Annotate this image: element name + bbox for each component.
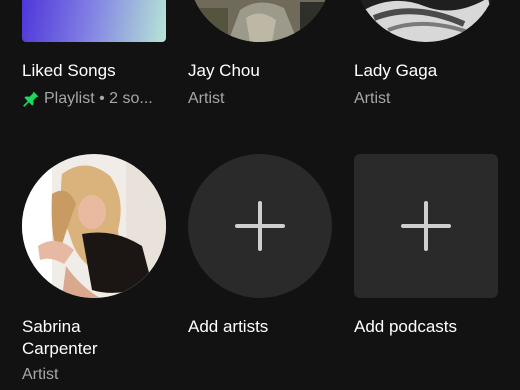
liked-songs-tile[interactable]: Liked Songs Playlist • 2 so... (0, 0, 180, 120)
add-podcasts-square[interactable] (354, 154, 498, 298)
sabrina-carpenter-title-line1: Sabrina (22, 317, 81, 336)
jay-chou-subtitle: Artist (188, 90, 225, 107)
lady-gaga-photo (354, 0, 498, 42)
jay-chou-title: Jay Chou (188, 61, 260, 80)
plus-icon (401, 201, 451, 251)
sabrina-carpenter-title: Sabrina Carpenter (22, 316, 98, 360)
sabrina-carpenter-title-line2: Carpenter (22, 339, 98, 358)
plus-icon (235, 201, 285, 251)
liked-songs-cover (22, 0, 166, 42)
sabrina-carpenter-avatar (22, 154, 166, 298)
artist-tile-sabrina-carpenter[interactable]: Sabrina Carpenter Artist (0, 150, 180, 390)
lady-gaga-subtitle: Artist (354, 90, 391, 107)
add-artists-label: Add artists (188, 317, 269, 336)
lady-gaga-avatar (354, 0, 498, 42)
liked-songs-subtitle-text: Playlist • 2 so... (44, 90, 153, 107)
artist-tile-lady-gaga[interactable]: Lady Gaga Artist (350, 0, 520, 120)
lady-gaga-title: Lady Gaga (354, 61, 438, 80)
add-podcasts-label: Add podcasts (354, 317, 458, 336)
jay-chou-avatar (188, 0, 332, 42)
artist-tile-jay-chou[interactable]: Jay Chou Artist (180, 0, 350, 120)
jay-chou-photo (188, 0, 332, 42)
add-artists-tile[interactable]: Add artists (180, 150, 350, 390)
sabrina-carpenter-photo (22, 154, 166, 298)
sabrina-carpenter-subtitle: Artist (22, 366, 59, 383)
liked-songs-title: Liked Songs (22, 61, 116, 80)
add-artists-circle[interactable] (188, 154, 332, 298)
add-podcasts-tile[interactable]: Add podcasts (350, 150, 520, 390)
pin-icon (23, 91, 39, 107)
